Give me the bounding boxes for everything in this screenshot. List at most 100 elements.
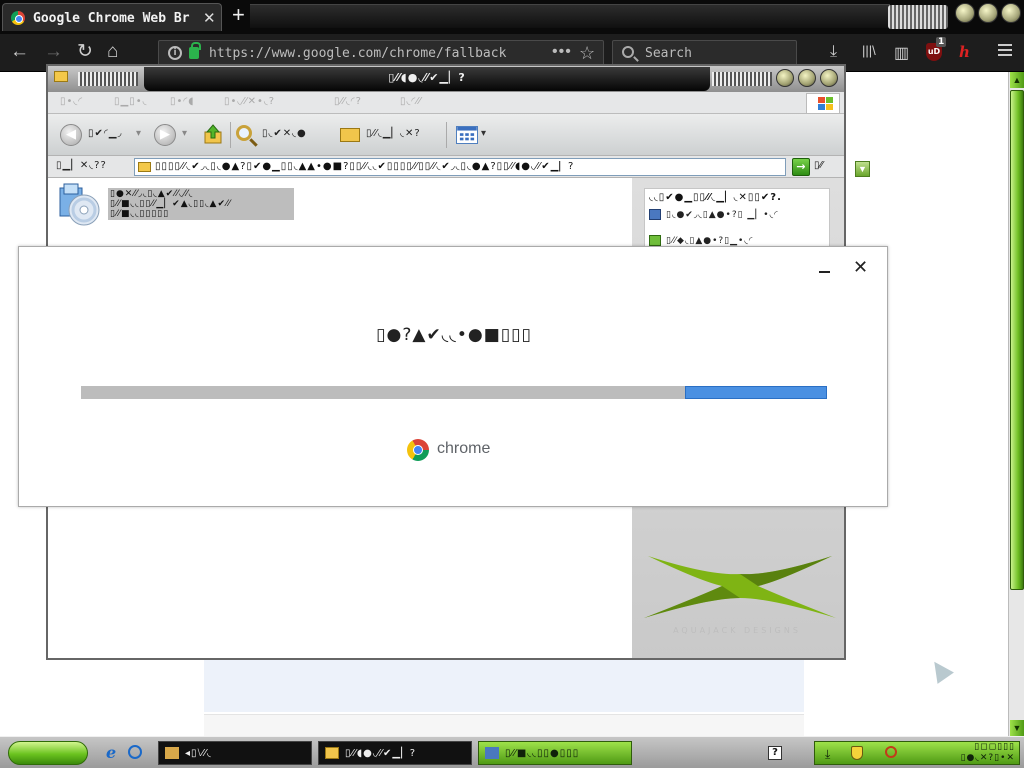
file-label-line3: ▯⁄⁄■◟◟▯▯▯▯▯ (110, 209, 170, 219)
explorer-menubar: ▯•◟◜ ▯▁▯•◟ ▯•◜◖ ▯•◟⁄⁄✕•◟? ▯⁄⁄◟◜? ▯◟◜⁄⁄ (48, 92, 844, 114)
task-button-3[interactable]: ▯⁄⁄■◟◟▯▯●▯▯▯ (478, 741, 632, 765)
help-icon[interactable]: ? (768, 746, 782, 760)
explorer-minimize-button[interactable] (776, 69, 794, 87)
task-item-1-icon (649, 209, 661, 220)
ublock-badge: 1 (936, 37, 947, 47)
download-icon[interactable]: ⤓ (830, 43, 837, 61)
hamburger-menu-icon[interactable] (998, 44, 1012, 56)
extension-h-icon[interactable]: h (959, 43, 973, 61)
views-icon[interactable] (456, 126, 478, 144)
internet-explorer-icon[interactable]: e (106, 745, 122, 761)
tab-title: Google Chrome Web Br (33, 11, 190, 26)
forward-dropdown-icon[interactable]: ▾ (182, 128, 188, 139)
forward-button[interactable]: → (44, 42, 63, 62)
reload-button[interactable]: ↻ (77, 42, 93, 62)
url-text[interactable]: https://www.google.com/chrome/fallback (209, 46, 519, 61)
tray-arrow-icon[interactable]: ⤓ (825, 747, 830, 762)
start-button[interactable] (8, 741, 88, 765)
system-tray: ⤓ ▯◻◻▯▯▯ ▯●◟✕?▯•✕ (814, 741, 1020, 765)
scroll-up-arrow-icon[interactable]: ▲ (1010, 72, 1024, 88)
task-button-2[interactable]: ▯⁄⁄◖●◟⁄⁄✔▁▏? (318, 741, 472, 765)
library-icon[interactable]: |||\ (862, 43, 876, 58)
page-scrollbar[interactable]: ▲ ▼ (1008, 72, 1024, 736)
lock-icon (189, 42, 201, 59)
tab-close-icon[interactable]: ✕ (203, 9, 216, 27)
address-dropdown-icon[interactable]: ▼ (855, 161, 870, 177)
menu-edit[interactable]: ▯▁▯•◟ (114, 96, 147, 107)
explorer-close-button[interactable] (820, 69, 838, 87)
task-1-icon (165, 747, 179, 759)
task-1-label: ◂▯⧵⁄⁄◟ (185, 748, 212, 759)
scroll-thumb[interactable] (1010, 90, 1024, 590)
close-window-button[interactable] (1001, 3, 1021, 23)
task-button-1[interactable]: ◂▯⧵⁄⁄◟ (158, 741, 312, 765)
menu-tools[interactable]: ▯⁄⁄◟◜? (334, 96, 362, 107)
go-arrow-icon[interactable]: → (792, 158, 810, 176)
file-label-line1: ▯●✕⁄⁄◞◟▯◟▲✔⁄⁄◟⁄⁄◟ (110, 189, 194, 199)
maximize-window-button[interactable] (978, 3, 998, 23)
search-label[interactable]: ▯◟✔✕◟● (262, 128, 307, 139)
address-field[interactable]: ▯▯▯▯⁄⁄◟✔◞◟▯◟●▲?▯✔●▁▯▯◟▲▲•●■?▯▯⁄⁄◟◟✔▯▯▯▯⁄… (134, 158, 870, 177)
back-label[interactable]: ▯✔◜▁◞ (88, 128, 122, 139)
chrome-favicon-icon (11, 11, 25, 25)
explorer-addressbar: ▯▁▏✕◟?? ▯▯▯▯⁄⁄◟✔◞◟▯◟●▲?▯✔●▁▯▯◟▲▲•●■?▯▯⁄⁄… (48, 156, 870, 178)
cd-installer-icon[interactable] (56, 182, 102, 228)
minimize-window-button[interactable] (955, 3, 975, 23)
sidebar-icon[interactable]: ▥ (894, 43, 909, 63)
task-item-1[interactable]: ▯◟●✔◞◟▯▲●•?▯ ▁▏•◟◜ (649, 209, 779, 220)
bookmark-star-icon[interactable]: ☆ (579, 43, 595, 64)
tab-bar: Google Chrome Web Br ✕ + (0, 0, 1024, 34)
task-3-label: ▯⁄⁄■◟◟▯▯●▯▯▯ (505, 748, 580, 759)
views-dropdown-icon[interactable]: ▾ (481, 128, 487, 139)
explorer-titlebar[interactable]: ▯⁄⁄◖●◟⁄⁄✔▁▏? (48, 66, 844, 92)
scroll-down-arrow-icon[interactable]: ▼ (1010, 720, 1024, 736)
task-item-2[interactable]: ▯⁄⁄◆◟▯▲●•?▯▁•◟◜ (649, 235, 753, 246)
tab-strip-spacer (250, 4, 890, 28)
address-label: ▯▁▏✕◟?? (56, 160, 107, 171)
back-button[interactable]: ← (10, 42, 29, 62)
shield-icon[interactable] (851, 746, 863, 760)
toolbar-separator (446, 122, 447, 148)
url-bar[interactable]: i https://www.google.com/chrome/fallback… (158, 40, 604, 67)
window-grip[interactable] (888, 5, 948, 29)
installer-close-button[interactable]: ✕ (853, 259, 868, 277)
installer-progress-bar (81, 386, 827, 399)
selected-file-label[interactable]: ▯●✕⁄⁄◞◟▯◟▲✔⁄⁄◟⁄⁄◟ ▯⁄⁄■◟◟▯▯⁄⁄▁▏✔▲◟▯▯◟▲✔⁄⁄… (108, 188, 294, 220)
titlebar-grip-left (78, 72, 138, 86)
home-button[interactable]: ⌂ (107, 42, 118, 62)
explorer-toolbar: ◀ ▯✔◜▁◞ ▾ ▶ ▾ ▯◟✔✕◟● ▯⁄⁄◟▁▏◟✕? ▾ (48, 114, 844, 156)
titlebar-grip-right (712, 72, 772, 86)
installer-minimize-button[interactable] (819, 261, 831, 275)
back-arrow-icon[interactable]: ◀ (60, 124, 82, 146)
tray-clock: ▯◻◻▯▯▯ ▯●◟✕?▯•✕ (960, 742, 1015, 763)
site-info-icon[interactable]: i (168, 46, 182, 60)
search-icon (622, 46, 634, 58)
folders-icon[interactable] (340, 128, 360, 142)
search-input[interactable]: Search (612, 40, 797, 67)
new-tab-button[interactable]: + (232, 4, 245, 26)
tab-google-chrome[interactable]: Google Chrome Web Br ✕ (2, 3, 222, 31)
tray-search-icon[interactable] (885, 746, 897, 758)
forward-arrow-icon[interactable]: ▶ (154, 124, 176, 146)
menu-favorites[interactable]: ▯•◟⁄⁄✕•◟? (224, 96, 275, 107)
file-label-line2: ▯⁄⁄■◟◟▯▯⁄⁄▁▏✔▲◟▯▯◟▲✔⁄⁄ (110, 199, 231, 209)
chrome-wordmark: chrome (437, 440, 491, 457)
address-text[interactable]: ▯▯▯▯⁄⁄◟✔◞◟▯◟●▲?▯✔●▁▯▯◟▲▲•●■?▯▯⁄⁄◟◟✔▯▯▯▯⁄… (155, 161, 781, 172)
folders-label[interactable]: ▯⁄⁄◟▁▏◟✕? (366, 128, 421, 139)
menu-view[interactable]: ▯•◜◖ (170, 96, 195, 107)
up-folder-icon[interactable] (204, 124, 222, 144)
explorer-maximize-button[interactable] (798, 69, 816, 87)
task-2-folder-icon (325, 747, 339, 759)
go-label[interactable]: ▯⁄⁄ (814, 160, 823, 171)
menu-help[interactable]: ▯◟◜⁄⁄ (400, 96, 422, 107)
quicklaunch-browser-icon[interactable] (128, 745, 142, 759)
search-magnifier-icon[interactable] (236, 125, 252, 141)
chrome-logo-icon (407, 439, 429, 461)
task-3-icon (485, 747, 499, 759)
task-box-title: ◟◟▯✔●▁▯▯⁄⁄◟▁▏◟✕▯▯✔?. (649, 192, 782, 203)
back-dropdown-icon[interactable]: ▾ (136, 128, 142, 139)
page-actions-button[interactable]: ••• (552, 43, 572, 61)
installer-progress-fill (685, 386, 827, 399)
menu-file[interactable]: ▯•◟◜ (60, 96, 83, 107)
logo-caption: AQUAJACK DESIGNS (673, 626, 801, 635)
